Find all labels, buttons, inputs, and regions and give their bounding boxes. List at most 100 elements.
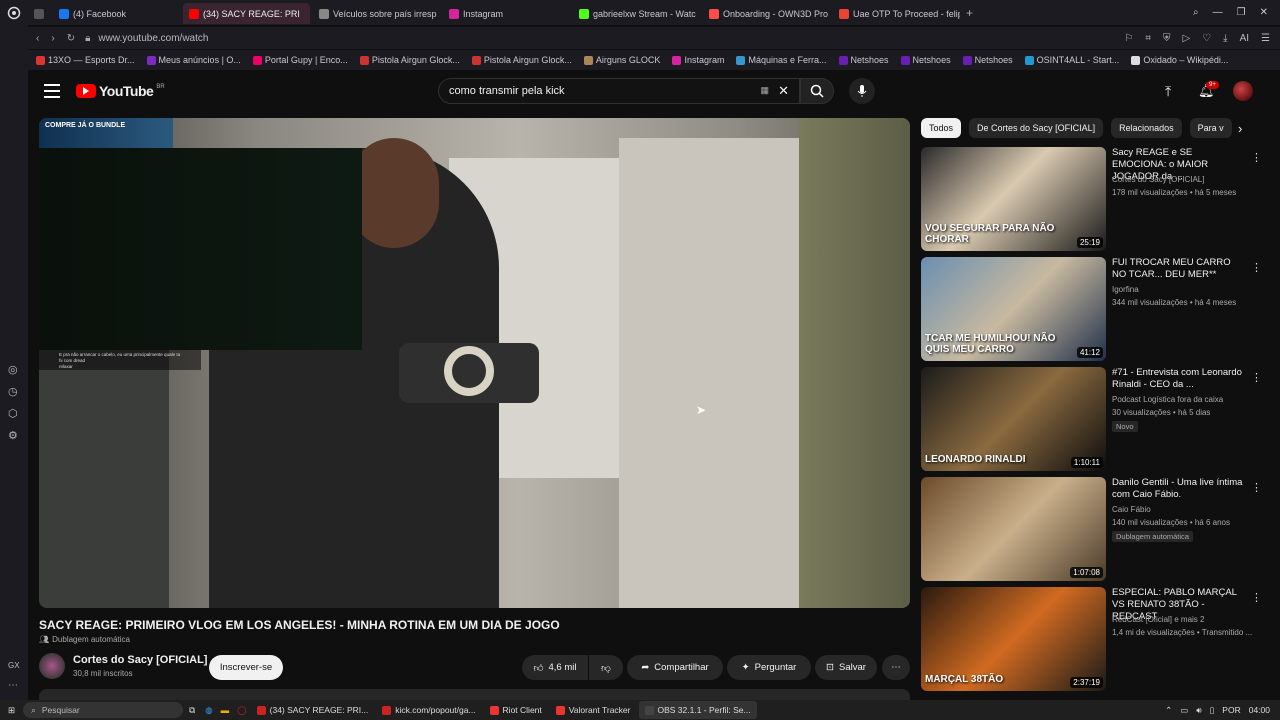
chevron-right-icon[interactable]: ›: [1238, 121, 1242, 136]
recommended-video-title[interactable]: Danilo Gentili - Uma live íntima com Cai…: [1112, 477, 1247, 501]
download-icon[interactable]: ⤓: [1223, 33, 1227, 44]
avatar[interactable]: [1233, 81, 1253, 101]
filter-chip[interactable]: Todos: [921, 118, 962, 138]
search-input[interactable]: como transmir pela kick ▦ ✕: [438, 78, 800, 104]
video-thumbnail[interactable]: MARÇAL 38TÃO 2:37:19: [921, 587, 1106, 691]
search-button[interactable]: [800, 78, 834, 104]
taskbar-app[interactable]: OBS 32.1.1 - Perfil: Se...: [638, 701, 757, 719]
browser-tab[interactable]: (34) SACY REAGE: PRI: [183, 3, 310, 24]
more-options-icon[interactable]: ⋮: [1251, 591, 1262, 604]
recommended-channel-name[interactable]: Podcast Logística fora da caixa: [1112, 394, 1262, 405]
network-icon[interactable]: ▭: [1180, 705, 1188, 716]
save-button[interactable]: ⊡ Salvar: [815, 655, 877, 680]
upload-icon[interactable]: ⤒: [1165, 83, 1171, 100]
video-thumbnail[interactable]: 1:07:08: [921, 477, 1106, 581]
bookmark-item[interactable]: Netshoes: [897, 55, 955, 65]
filter-chip[interactable]: Para v: [1189, 118, 1232, 138]
video-thumbnail[interactable]: LEONARDO RINALDI 1:10:11: [921, 367, 1106, 471]
bookmark-item[interactable]: OSINT4ALL - Start...: [1021, 55, 1124, 65]
more-options-icon[interactable]: ⋮: [1251, 151, 1262, 164]
taskbar-app[interactable]: (34) SACY REAGE: PRI...: [251, 701, 375, 719]
bookmark-item[interactable]: 13XO — Esports Dr...: [32, 55, 139, 65]
recommended-channel-name[interactable]: Igorfina: [1112, 284, 1262, 295]
filter-chip[interactable]: De Cortes do Sacy [OFICIAL]: [969, 118, 1104, 138]
subscribe-button[interactable]: Inscrever-se: [209, 655, 283, 680]
more-options-icon[interactable]: ⋮: [1251, 371, 1262, 384]
volume-icon[interactable]: 🔊︎: [1196, 705, 1201, 716]
recommended-video-title[interactable]: FUI TROCAR MEU CARRO NO TCAR... DEU MER*…: [1112, 257, 1247, 281]
bookmark-icon[interactable]: ⚐: [1124, 33, 1133, 44]
browser-tab[interactable]: Uae OTP To Proceed - felip: [833, 3, 960, 24]
language-indicator[interactable]: POR: [1222, 705, 1240, 715]
reload-icon[interactable]: ↻: [67, 33, 75, 44]
browser-tab[interactable]: (4) Facebook: [53, 3, 180, 24]
dislike-button[interactable]: 👎︎: [589, 655, 623, 680]
heart-icon[interactable]: ♡: [1202, 33, 1211, 44]
url-field[interactable]: www.youtube.com/watch: [98, 33, 208, 44]
windows-start-icon[interactable]: ⊞: [0, 705, 23, 716]
task-view-icon[interactable]: ⧉: [183, 705, 201, 716]
video-thumbnail[interactable]: VOU SEGURAR PARA NÃO CHORAR 25:19: [921, 147, 1106, 251]
bookmark-item[interactable]: Oxidado – Wikipédi...: [1127, 55, 1232, 65]
opera-gx-icon[interactable]: ◯: [233, 705, 251, 716]
play-icon[interactable]: ▷: [1182, 33, 1190, 44]
browser-tab[interactable]: gabrieelxw Stream - Watc: [573, 3, 700, 24]
ask-button[interactable]: ✦ Perguntar: [727, 655, 811, 680]
recommended-video[interactable]: LEONARDO RINALDI 1:10:11 #71 - Entrevista …: [921, 367, 1262, 471]
search-icon[interactable]: ⌕: [1193, 7, 1199, 18]
new-tab-button[interactable]: +: [960, 6, 979, 20]
bookmark-item[interactable]: Pistola Airgun Glock...: [356, 55, 464, 65]
hamburger-menu-icon[interactable]: [44, 84, 60, 98]
battery-icon[interactable]: ▯: [1210, 705, 1215, 716]
file-explorer-icon[interactable]: ▬: [217, 705, 234, 715]
maximize-icon[interactable]: ❐: [1237, 7, 1246, 18]
channel-avatar[interactable]: [39, 653, 65, 679]
taskbar-app[interactable]: Valorant Tracker: [550, 701, 637, 719]
filter-chip[interactable]: Relacionados: [1111, 118, 1182, 138]
history-icon[interactable]: ◷: [8, 385, 18, 398]
back-icon[interactable]: ‹: [36, 33, 39, 44]
bookmark-item[interactable]: Netshoes: [959, 55, 1017, 65]
description-box[interactable]: [39, 689, 910, 700]
like-button[interactable]: 👍︎ 4,6 mil: [522, 655, 588, 680]
keyboard-icon[interactable]: ▦: [760, 85, 769, 96]
camera-icon[interactable]: ⌗: [1145, 33, 1151, 44]
shield-icon[interactable]: ⛨: [1163, 33, 1171, 44]
recommended-channel-name[interactable]: Caio Fábio: [1112, 504, 1262, 515]
browser-tab[interactable]: Veículos sobre país irresp: [313, 3, 440, 24]
forward-icon[interactable]: ›: [51, 33, 54, 44]
bookmark-item[interactable]: Netshoes: [835, 55, 893, 65]
video-thumbnail[interactable]: TCAR ME HUMILHOU! NÃO QUIS MEU CARRO 41:1…: [921, 257, 1106, 361]
channel-name[interactable]: Cortes do Sacy [OFICIAL]: [73, 654, 207, 666]
settings-icon[interactable]: ⚙: [8, 429, 18, 442]
more-options-icon[interactable]: ⋮: [1251, 261, 1262, 274]
voice-search-button[interactable]: [849, 78, 875, 104]
bookmark-item[interactable]: Meus anúncios | O...: [143, 55, 245, 65]
bookmark-item[interactable]: Airguns GLOCK: [580, 55, 665, 65]
browser-tab[interactable]: [28, 3, 50, 24]
taskbar-search[interactable]: ⌕ Pesquisar: [23, 702, 184, 718]
recommended-video[interactable]: VOU SEGURAR PARA NÃO CHORAR 25:19 Sacy REA…: [921, 147, 1262, 251]
bookmark-item[interactable]: Máquinas e Ferra...: [732, 55, 830, 65]
browser-tab[interactable]: Onboarding - OWN3D Pro: [703, 3, 830, 24]
taskbar-app[interactable]: kick.com/popout/ga...: [376, 701, 481, 719]
target-icon[interactable]: ◎: [8, 363, 18, 376]
tray-chevron-icon[interactable]: ⌃: [1165, 705, 1172, 716]
browser-tab[interactable]: Instagram: [443, 3, 570, 24]
recommended-video[interactable]: 1:07:08 Danilo Gentili - Uma live íntima …: [921, 477, 1262, 581]
bookmark-item[interactable]: Instagram: [668, 55, 728, 65]
taskbar-app[interactable]: Riot Client: [484, 701, 548, 719]
recommended-channel-name[interactable]: RedCast [Oficial] e mais 2: [1112, 614, 1262, 625]
menu-icon[interactable]: ☰: [1261, 33, 1270, 44]
bookmark-item[interactable]: Pistola Airgun Glock...: [468, 55, 576, 65]
recommended-video[interactable]: MARÇAL 38TÃO 2:37:19 ESPECIAL: PABLO MARÇA…: [921, 587, 1262, 691]
recommended-channel-name[interactable]: Cortes do Sacy [OFICIAL]: [1112, 174, 1262, 185]
ai-icon[interactable]: AI: [1240, 33, 1249, 44]
video-player[interactable]: COMPRE JÁ O BUNDLE E pra não arrancar o …: [39, 118, 910, 608]
recommended-video[interactable]: TCAR ME HUMILHOU! NÃO QUIS MEU CARRO 41:1…: [921, 257, 1262, 361]
recommended-video-title[interactable]: #71 - Entrevista com Leonardo Rinaldi - …: [1112, 367, 1247, 391]
more-options-icon[interactable]: ⋮: [1251, 481, 1262, 494]
clear-search-icon[interactable]: ✕: [778, 83, 789, 99]
edge-icon[interactable]: ◍: [201, 705, 216, 716]
youtube-logo[interactable]: YouTube BR: [76, 83, 165, 99]
